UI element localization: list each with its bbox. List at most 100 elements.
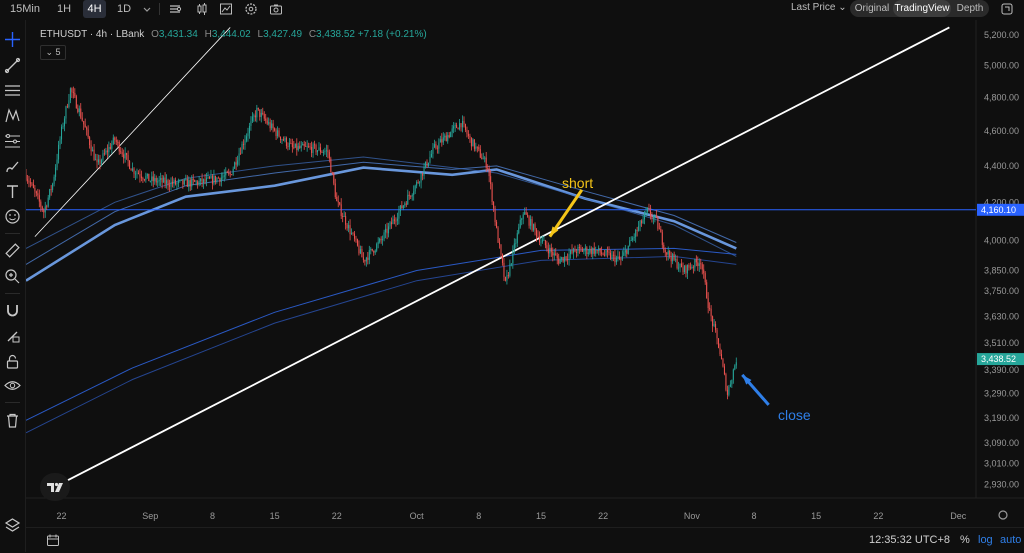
candle-body [89, 137, 91, 146]
candle-body [389, 222, 391, 227]
candle-body [722, 359, 724, 367]
candle-body [377, 241, 379, 245]
candle-body [266, 120, 268, 124]
zoom-in-icon[interactable] [4, 268, 21, 285]
fullscreen-icon[interactable] [1000, 2, 1014, 16]
fib-tool-icon[interactable] [4, 133, 21, 150]
x-tick-label: Nov [684, 511, 701, 521]
candle-body [232, 168, 234, 175]
toolbar-divider [5, 293, 20, 294]
view-mode-tradingview[interactable]: TradingView [893, 0, 951, 17]
candle-body [488, 168, 490, 177]
candle-body [146, 173, 148, 177]
trash-icon[interactable] [4, 412, 21, 429]
annotation-short[interactable]: short [562, 175, 593, 191]
candle-body [219, 178, 221, 182]
auto-scale-toggle[interactable]: auto [1000, 533, 1021, 547]
trend-line-icon[interactable] [4, 57, 21, 74]
x-tick-label: 15 [270, 511, 280, 521]
pattern-tool-icon[interactable] [4, 107, 21, 124]
percent-scale-toggle[interactable]: % [960, 533, 970, 547]
crosshair-icon[interactable] [4, 31, 21, 48]
candle-body [392, 219, 394, 225]
candle-body [163, 177, 165, 183]
candle-body [93, 149, 95, 161]
candle-body [512, 249, 514, 264]
camera-icon[interactable] [269, 2, 283, 16]
candle-body [641, 220, 643, 224]
ruler-icon[interactable] [4, 242, 21, 259]
horizontal-lines-icon[interactable] [4, 82, 21, 99]
settings-gear-icon[interactable] [244, 2, 258, 16]
candle-body [47, 197, 49, 207]
candle-body [59, 139, 61, 145]
timeframe-1d[interactable]: 1D [113, 0, 135, 18]
indicators-toggle[interactable]: ⌄ 5 [40, 45, 66, 60]
candle-body [547, 248, 549, 254]
emoji-icon[interactable] [4, 208, 21, 225]
calendar-icon[interactable] [46, 533, 60, 547]
toolbar-divider [5, 402, 20, 403]
symbol-label[interactable]: ETHUSDT · 4h · LBank [40, 29, 144, 40]
candle-body [106, 150, 108, 153]
candle-body [109, 146, 111, 149]
x-tick-label: 22 [873, 511, 883, 521]
price-chart[interactable]: 5,200.00 5,000.00 4,800.00 4,600.00 4,400.00… [26, 20, 1024, 527]
candle-body [211, 175, 213, 184]
candle-body [105, 150, 107, 154]
candle-body [225, 171, 227, 176]
magnet-icon[interactable] [4, 302, 21, 319]
candle-body [636, 230, 638, 231]
timeframe-4h[interactable]: 4H [83, 0, 106, 18]
chart-style-icon[interactable] [219, 2, 233, 16]
y-tick-label: 3,010.00 [984, 458, 1019, 468]
lock-drawing-icon[interactable] [4, 328, 21, 345]
candle-body [706, 282, 708, 299]
chevron-down-icon[interactable] [140, 2, 154, 16]
candle-body [229, 173, 231, 175]
candle-body [303, 144, 305, 147]
layers-icon[interactable] [4, 517, 21, 534]
candle-body [459, 123, 461, 130]
candle-body [417, 181, 419, 183]
candle-body [609, 252, 612, 259]
brush-icon[interactable] [4, 158, 21, 175]
indicators-icon[interactable] [168, 2, 182, 16]
candle-body [157, 181, 159, 183]
lock-icon[interactable] [4, 353, 21, 370]
candle-body [598, 248, 600, 251]
log-scale-toggle[interactable]: log [978, 533, 993, 547]
chevron-down-icon: ⌄ [45, 47, 53, 57]
eye-icon[interactable] [4, 377, 21, 394]
candle-body [607, 250, 609, 252]
annotation-close[interactable]: close [778, 407, 811, 423]
view-mode-depth[interactable]: Depth [954, 0, 986, 17]
clock-time[interactable]: 12:35:32 UTC+8 [869, 533, 950, 547]
timeframe-1h[interactable]: 1H [52, 0, 76, 18]
price-source-select[interactable]: Last Price ⌄ [791, 0, 847, 16]
tradingview-logo[interactable] [40, 473, 70, 501]
candle-body [100, 160, 102, 164]
candle-body [272, 123, 274, 129]
chart-type-candles-icon[interactable] [195, 2, 209, 16]
timeframe-15min[interactable]: 15Min [6, 0, 44, 18]
candle-body [416, 181, 418, 186]
candle-body [586, 247, 588, 254]
candle-body [398, 211, 400, 219]
candle-body [564, 256, 566, 262]
candle-body [435, 144, 437, 148]
candle-body [379, 238, 381, 242]
candle-body [40, 201, 42, 207]
candle-body [583, 250, 585, 252]
candle-body [367, 257, 369, 260]
view-mode-original[interactable]: Original [853, 0, 891, 17]
candle-body [271, 123, 273, 129]
text-tool-icon[interactable] [4, 183, 21, 200]
candle-body [114, 137, 116, 141]
x-tick-label: Dec [950, 511, 967, 521]
candle-body [359, 249, 361, 254]
candle-body [86, 127, 88, 130]
candle-body [139, 173, 141, 177]
candle-body [734, 365, 736, 370]
candle-body [71, 88, 73, 93]
